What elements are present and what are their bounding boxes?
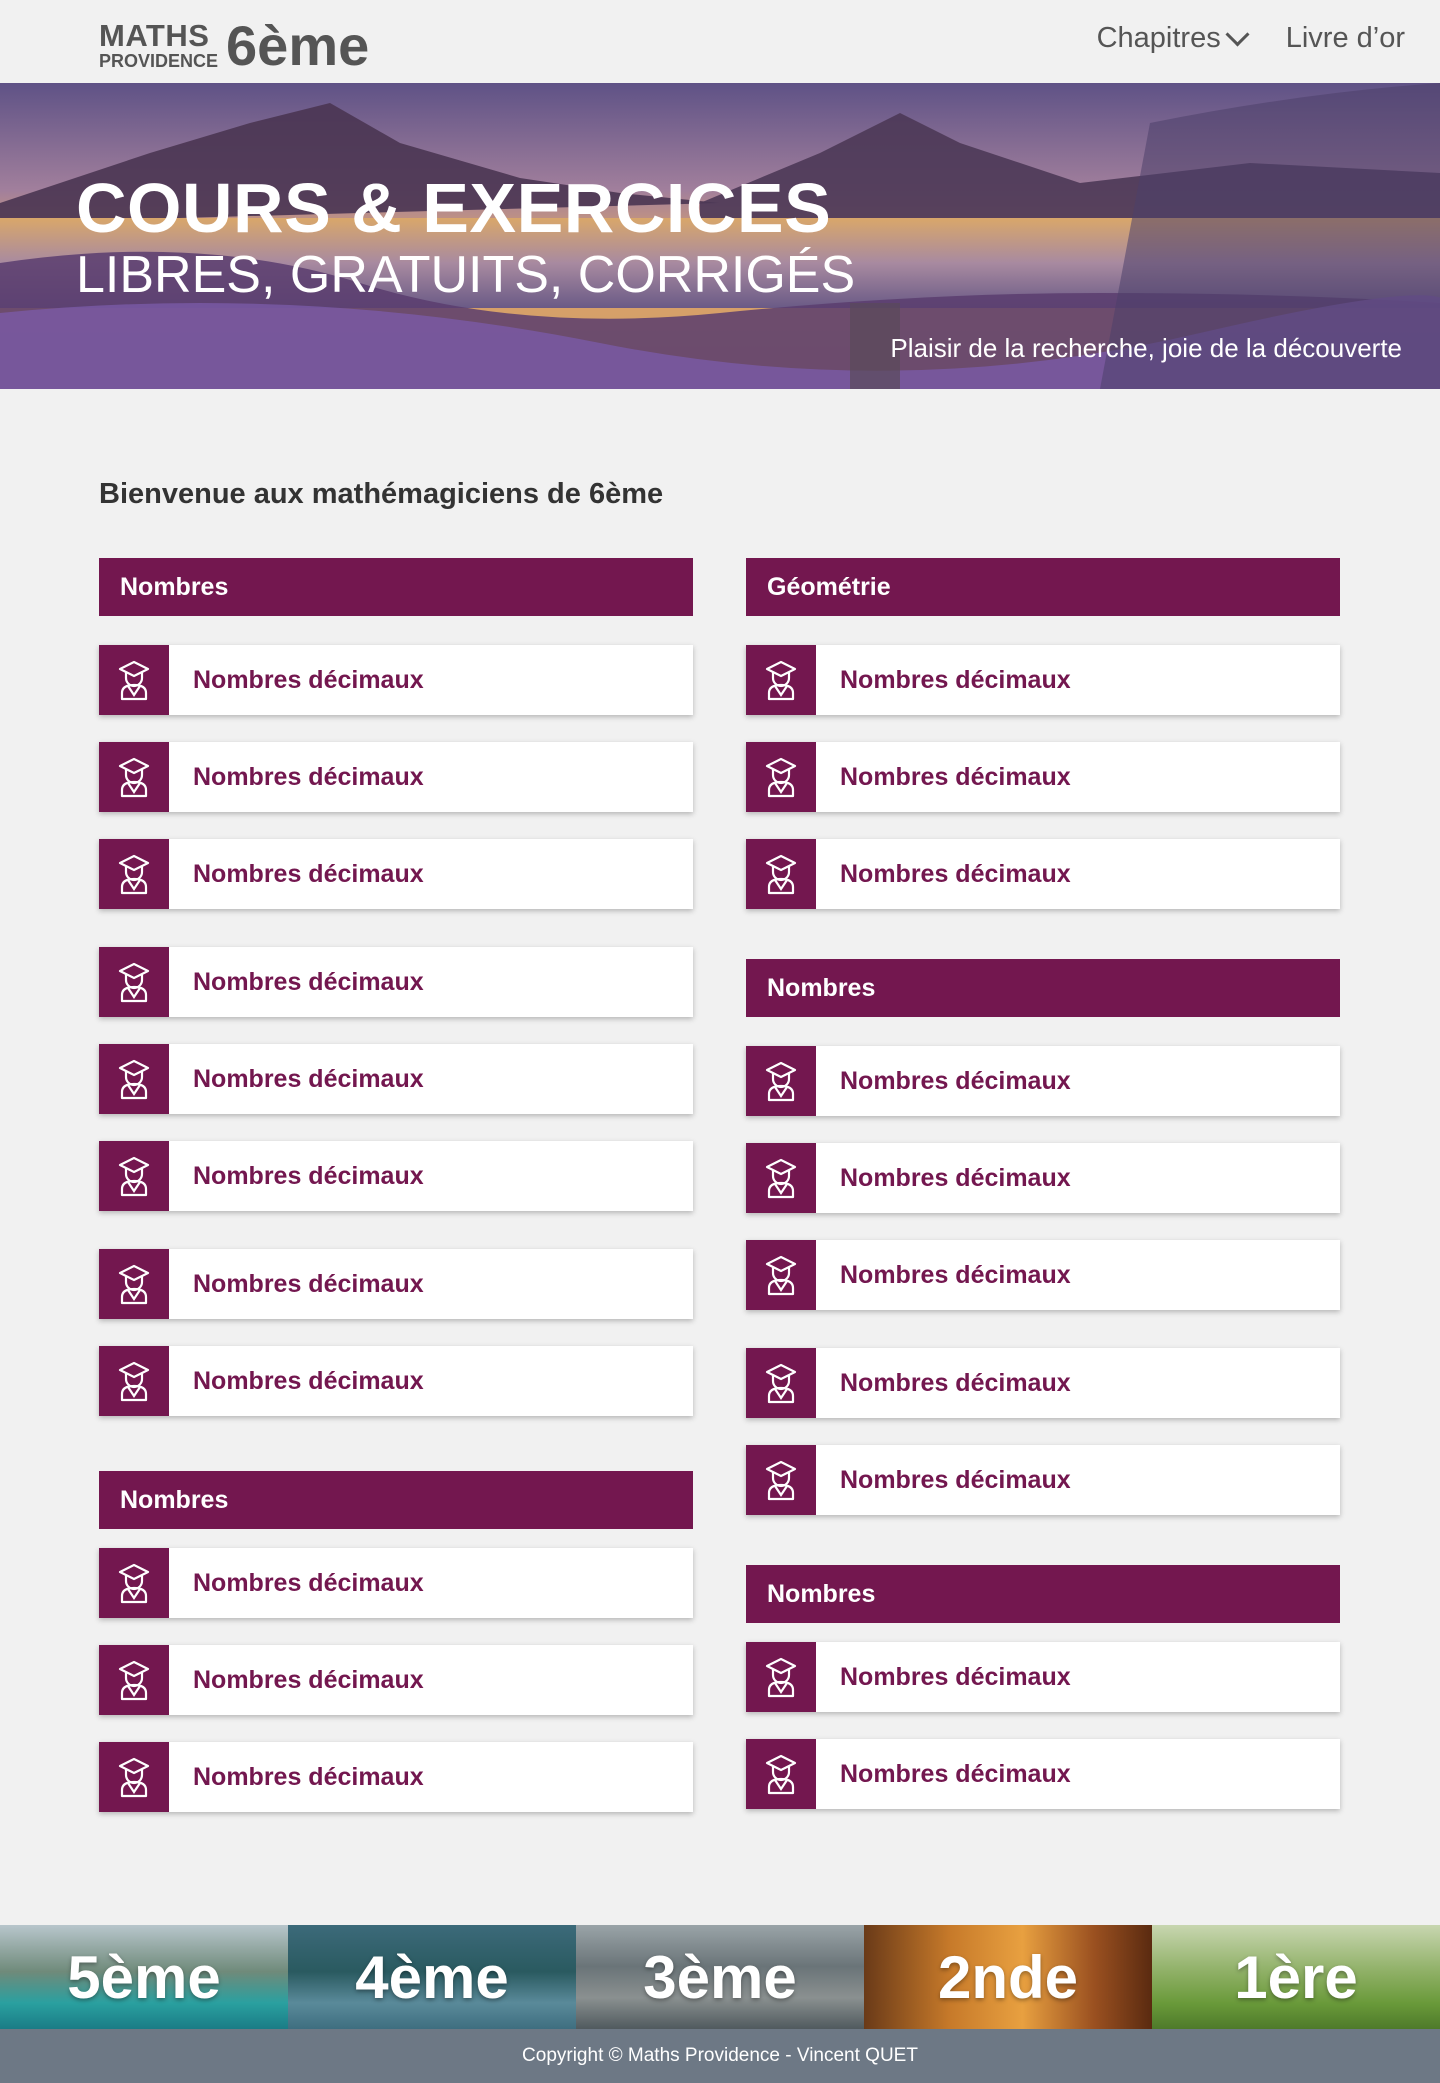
hero-banner: COURS & EXERCICES LIBRES, GRATUITS, CORR… <box>0 83 1440 389</box>
nav-livre-dor-label: Livre d’or <box>1285 22 1405 54</box>
chapter-card-label: Nombres décimaux <box>193 1161 424 1190</box>
graduate-student-icon <box>99 839 169 909</box>
level-link-1ere[interactable]: 1ère <box>1152 1925 1440 2029</box>
chapter-card-label: Nombres décimaux <box>840 1465 1071 1494</box>
welcome-heading: Bienvenue aux mathémagiciens de 6ème <box>99 478 664 510</box>
chapter-card-label: Nombres décimaux <box>840 762 1071 791</box>
chapter-card[interactable]: Nombres décimaux <box>746 1143 1340 1213</box>
chapter-card[interactable]: Nombres décimaux <box>746 839 1340 909</box>
level-links: 5ème 4ème 3ème 2nde 1ère <box>0 1925 1440 2029</box>
nav-chapitres-label: Chapitres <box>1096 22 1221 54</box>
chapter-card-label: Nombres décimaux <box>193 1366 424 1395</box>
logo-maths-text: MATHS <box>99 18 210 53</box>
graduate-student-icon <box>99 1249 169 1319</box>
graduate-student-icon <box>99 1742 169 1812</box>
chapter-card-label: Nombres décimaux <box>193 1064 424 1093</box>
chapter-card[interactable]: Nombres décimaux <box>99 839 693 909</box>
graduate-student-icon <box>746 1642 816 1712</box>
graduate-student-icon <box>99 742 169 812</box>
graduate-student-icon <box>99 645 169 715</box>
chapter-card-label: Nombres décimaux <box>193 967 424 996</box>
left-column: Nombres Nombres décimaux Nombres décimau… <box>99 558 693 1812</box>
graduate-student-icon <box>99 1645 169 1715</box>
hero-subtitle: LIBRES, GRATUITS, CORRIGÉS <box>76 246 856 304</box>
graduate-student-icon <box>746 1445 816 1515</box>
graduate-student-icon <box>99 1044 169 1114</box>
chapter-card-label: Nombres décimaux <box>840 1368 1071 1397</box>
chapter-card-label: Nombres décimaux <box>840 665 1071 694</box>
chapter-card[interactable]: Nombres décimaux <box>746 1348 1340 1418</box>
copyright-text: Copyright © Maths Providence - Vincent Q… <box>522 2045 918 2066</box>
nav-livre-dor[interactable]: Livre d’or <box>1286 22 1405 55</box>
chapter-card-label: Nombres décimaux <box>193 1665 424 1694</box>
chapter-card-label: Nombres décimaux <box>840 1066 1071 1095</box>
chapter-card-label: Nombres décimaux <box>193 1762 424 1791</box>
level-link-3eme[interactable]: 3ème <box>576 1925 864 2029</box>
right-column: Géométrie Nombres décimaux Nombres décim… <box>746 558 1340 1809</box>
chapter-card[interactable]: Nombres décimaux <box>99 947 693 1017</box>
graduate-student-icon <box>746 1046 816 1116</box>
main-nav: Chapitres Livre d’or <box>1097 22 1405 55</box>
section-header: Géométrie <box>746 558 1340 616</box>
section-header: Nombres <box>746 959 1340 1017</box>
level-link-4eme[interactable]: 4ème <box>288 1925 576 2029</box>
chapter-card[interactable]: Nombres décimaux <box>746 742 1340 812</box>
graduate-student-icon <box>746 1348 816 1418</box>
section-header: Nombres <box>746 1565 1340 1623</box>
graduate-student-icon <box>746 839 816 909</box>
hero-title: COURS & EXERCICES <box>76 169 832 247</box>
graduate-student-icon <box>99 1141 169 1211</box>
chapter-card[interactable]: Nombres décimaux <box>99 1044 693 1114</box>
chapter-card[interactable]: Nombres décimaux <box>746 1642 1340 1712</box>
chapter-card[interactable]: Nombres décimaux <box>99 1346 693 1416</box>
hero-tagline: Plaisir de la recherche, joie de la déco… <box>890 333 1402 363</box>
graduate-student-icon <box>746 742 816 812</box>
chapter-card[interactable]: Nombres décimaux <box>746 1739 1340 1809</box>
chapter-card-label: Nombres décimaux <box>840 859 1071 888</box>
site-logo[interactable]: MATHS PROVIDENCE 6ème <box>99 18 369 74</box>
chapter-card-label: Nombres décimaux <box>193 1269 424 1298</box>
logo-providence-text: PROVIDENCE <box>99 51 219 71</box>
level-link-2nde[interactable]: 2nde <box>864 1925 1152 2029</box>
graduate-student-icon <box>99 1346 169 1416</box>
chapter-card-label: Nombres décimaux <box>193 665 424 694</box>
chevron-down-icon <box>1225 22 1250 47</box>
chapter-card[interactable]: Nombres décimaux <box>99 1742 693 1812</box>
nav-chapitres[interactable]: Chapitres <box>1096 22 1250 55</box>
chapter-card-label: Nombres décimaux <box>840 1163 1071 1192</box>
graduate-student-icon <box>99 1548 169 1618</box>
chapter-card[interactable]: Nombres décimaux <box>746 645 1340 715</box>
chapter-card-label: Nombres décimaux <box>193 859 424 888</box>
site-header: MATHS PROVIDENCE 6ème Chapitres Livre d’… <box>0 0 1440 83</box>
chapter-card[interactable]: Nombres décimaux <box>99 1249 693 1319</box>
chapter-card-label: Nombres décimaux <box>840 1662 1071 1691</box>
chapter-card[interactable]: Nombres décimaux <box>746 1240 1340 1310</box>
logo-level-text: 6ème <box>226 14 370 77</box>
chapter-card[interactable]: Nombres décimaux <box>99 645 693 715</box>
graduate-student-icon <box>746 1739 816 1809</box>
graduate-student-icon <box>746 1143 816 1213</box>
chapter-card-label: Nombres décimaux <box>840 1759 1071 1788</box>
level-link-5eme[interactable]: 5ème <box>0 1925 288 2029</box>
chapter-card-label: Nombres décimaux <box>193 762 424 791</box>
chapter-card[interactable]: Nombres décimaux <box>99 742 693 812</box>
graduate-student-icon <box>99 947 169 1017</box>
chapter-card[interactable]: Nombres décimaux <box>746 1445 1340 1515</box>
chapter-card[interactable]: Nombres décimaux <box>99 1141 693 1211</box>
graduate-student-icon <box>746 1240 816 1310</box>
chapter-card-label: Nombres décimaux <box>840 1260 1071 1289</box>
chapter-card[interactable]: Nombres décimaux <box>746 1046 1340 1116</box>
chapter-card[interactable]: Nombres décimaux <box>99 1548 693 1618</box>
chapter-card-label: Nombres décimaux <box>193 1568 424 1597</box>
chapter-card[interactable]: Nombres décimaux <box>99 1645 693 1715</box>
site-footer: Copyright © Maths Providence - Vincent Q… <box>0 2029 1440 2083</box>
section-header: Nombres <box>99 1471 693 1529</box>
section-header: Nombres <box>99 558 693 616</box>
graduate-student-icon <box>746 645 816 715</box>
